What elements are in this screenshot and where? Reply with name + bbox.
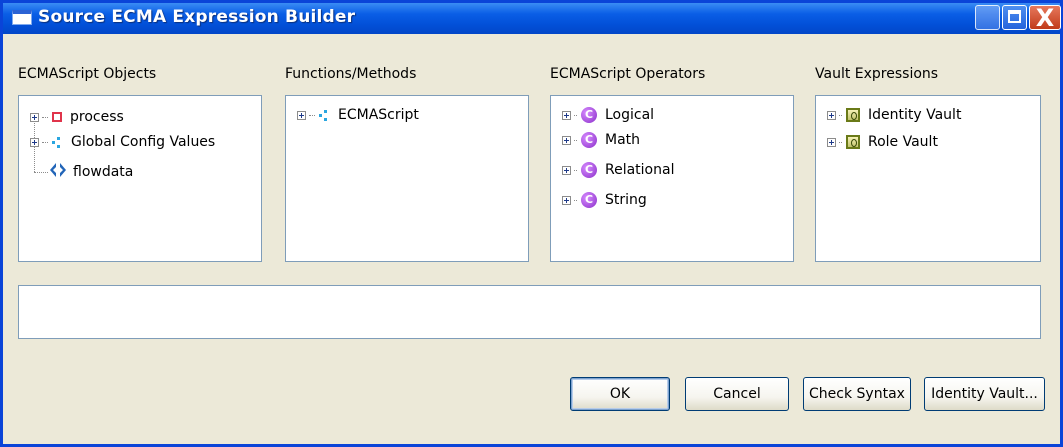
tree-node-label: flowdata [73,164,134,180]
tree-node-label: Global Config Values [71,134,216,150]
tree-node-label: Logical [605,107,655,123]
close-button[interactable]: X [1029,4,1061,32]
close-icon: X [1035,4,1055,32]
tree-node-label: String [605,192,647,208]
tree-node-relational[interactable]: C Relational [562,159,674,181]
class-c-icon: C [581,192,597,208]
expand-icon[interactable] [562,135,571,145]
tree-connector [34,172,48,173]
expand-icon[interactable] [562,195,571,205]
title-bar[interactable]: Source ECMA Expression Builder X [3,3,1061,34]
objects-panel-label: ECMAScript Objects [18,66,157,82]
expand-icon[interactable] [30,137,39,147]
window-title: Source ECMA Expression Builder [38,7,356,27]
class-c-icon: C [581,132,597,148]
tree-node-label: ECMAScript [338,107,419,123]
tree-node-label: Identity Vault [868,107,962,123]
tree-node-label: Math [605,132,641,148]
expand-icon[interactable] [827,137,836,147]
expand-icon[interactable] [30,112,39,122]
identity-vault-button[interactable]: Identity Vault... [924,377,1045,411]
blue-dots-icon [52,136,63,148]
tree-node-label: Role Vault [868,134,938,150]
expand-icon[interactable] [297,110,306,120]
tree-node-math[interactable]: C Math [562,129,640,151]
minimize-button[interactable] [975,5,1000,30]
tree-node-ecmascript[interactable]: ECMAScript [297,104,419,126]
vault-icon [846,108,860,122]
tree-node-global-config-values[interactable]: Global Config Values [30,131,215,153]
functions-tree[interactable]: ECMAScript [285,95,529,262]
expand-icon[interactable] [562,110,571,120]
vault-tree[interactable]: Identity Vault Role Vault [815,95,1041,262]
window-app-icon [12,10,32,25]
tree-node-role-vault[interactable]: Role Vault [827,131,938,153]
cancel-button[interactable]: Cancel [685,377,789,411]
tree-node-label: process [70,109,124,125]
ok-button[interactable]: OK [570,377,670,411]
tree-node-flowdata[interactable]: flowdata [49,161,133,183]
objects-tree[interactable]: process Global Config Values flowdata [18,95,262,262]
functions-panel-label: Functions/Methods [285,66,417,82]
class-c-icon: C [581,162,597,178]
class-c-icon: C [581,107,597,123]
operators-tree[interactable]: C Logical C Math C Relational C String [550,95,794,262]
tree-node-string[interactable]: C String [562,189,647,211]
red-square-icon [52,112,62,122]
flow-arrows-icon [49,161,67,183]
expression-input[interactable] [18,285,1041,339]
blue-dots-icon [319,109,330,121]
check-syntax-button[interactable]: Check Syntax [803,377,911,411]
expand-icon[interactable] [562,165,571,175]
tree-node-identity-vault[interactable]: Identity Vault [827,104,961,126]
vault-icon [846,135,860,149]
maximize-button[interactable] [1002,5,1027,30]
vault-panel-label: Vault Expressions [815,66,939,82]
tree-node-label: Relational [605,162,675,178]
expand-icon[interactable] [827,110,836,120]
tree-node-process[interactable]: process [30,106,124,128]
maximize-icon [1008,10,1021,23]
tree-node-logical[interactable]: C Logical [562,104,654,126]
operators-panel-label: ECMAScript Operators [550,66,706,82]
